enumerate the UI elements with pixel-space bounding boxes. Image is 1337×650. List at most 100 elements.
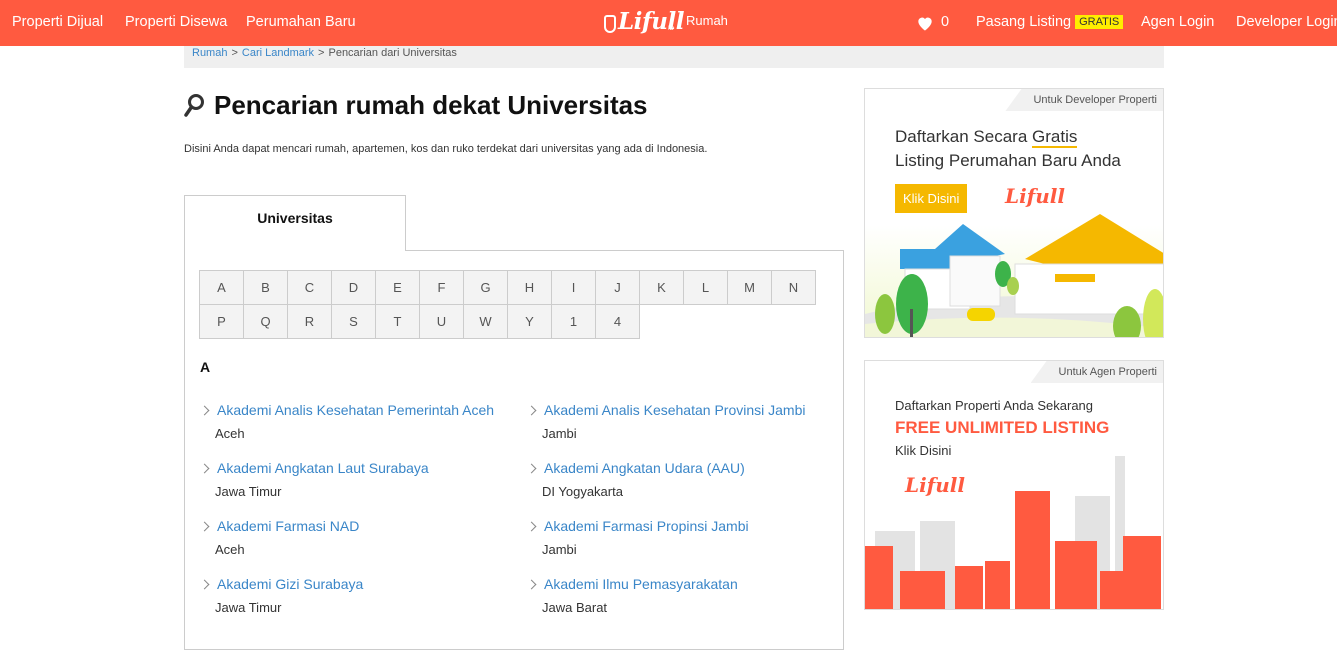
university-link[interactable]: Akademi Analis Kesehatan Provinsi Jambi <box>526 402 847 418</box>
chevron-right-icon <box>526 521 537 531</box>
letter-c[interactable]: C <box>287 270 332 305</box>
letter-u[interactable]: U <box>419 304 464 339</box>
letter-l[interactable]: L <box>683 270 728 305</box>
letter-i[interactable]: I <box>551 270 596 305</box>
chevron-right-icon <box>199 463 210 473</box>
list-item: Akademi Farmasi Propinsi Jambi Jambi <box>526 518 847 557</box>
letter-r[interactable]: R <box>287 304 332 339</box>
university-region: Jawa Timur <box>215 484 282 499</box>
chevron-right-icon <box>526 579 537 589</box>
ad-tag: Untuk Agen Properti <box>1030 361 1163 383</box>
letter-h[interactable]: H <box>507 270 552 305</box>
list-item: Akademi Gizi Surabaya Jawa Timur <box>199 576 520 615</box>
university-region: Jawa Timur <box>215 600 282 615</box>
heart-icon[interactable] <box>915 13 935 33</box>
letter-k[interactable]: K <box>639 270 684 305</box>
breadcrumb-separator: > <box>318 47 325 59</box>
list-item: Akademi Ilmu Pemasyarakatan Jawa Barat <box>526 576 847 615</box>
university-link[interactable]: Akademi Gizi Surabaya <box>199 576 520 592</box>
university-link[interactable]: Akademi Ilmu Pemasyarakatan <box>526 576 847 592</box>
university-name: Akademi Angkatan Udara (AAU) <box>544 460 745 476</box>
logo-text: Lifull <box>618 7 685 35</box>
university-name: Akademi Gizi Surabaya <box>217 576 364 592</box>
university-link[interactable]: Akademi Angkatan Laut Surabaya <box>199 460 520 476</box>
ad-tag: Untuk Developer Properti <box>1005 89 1163 111</box>
university-link[interactable]: Akademi Farmasi Propinsi Jambi <box>526 518 847 534</box>
nav-properti-dijual[interactable]: Properti Dijual <box>12 14 103 30</box>
breadcrumb-separator: > <box>231 47 238 59</box>
pasang-listing-label: Pasang Listing <box>976 14 1072 30</box>
letter-f[interactable]: F <box>419 270 464 305</box>
letter-a[interactable]: A <box>199 270 244 305</box>
logo-hand-icon <box>604 15 616 33</box>
chevron-right-icon <box>199 579 210 589</box>
list-item: Akademi Farmasi NAD Aceh <box>199 518 520 557</box>
letter-j[interactable]: J <box>595 270 640 305</box>
gratis-badge: GRATIS <box>1075 15 1124 29</box>
university-name: Akademi Farmasi NAD <box>217 518 360 534</box>
letter-t[interactable]: T <box>375 304 420 339</box>
ad-subheadline: Listing Perumahan Baru Anda <box>895 151 1121 170</box>
agent-ad-banner[interactable]: Untuk Agen Properti Daftarkan Properti A… <box>864 360 1164 610</box>
search-icon <box>184 93 204 117</box>
university-region: Aceh <box>215 426 245 441</box>
favorites-count: 0 <box>941 14 950 30</box>
city-skyline-illustration <box>865 456 1161 609</box>
list-item: Akademi Analis Kesehatan Provinsi Jambi … <box>526 402 847 441</box>
university-region: Jawa Barat <box>542 600 608 615</box>
university-region: Jambi <box>542 542 577 557</box>
letter-w[interactable]: W <box>463 304 508 339</box>
logo-category[interactable]: Rumah <box>686 13 728 28</box>
letter-d[interactable]: D <box>331 270 376 305</box>
university-name: Akademi Farmasi Propinsi Jambi <box>544 518 749 534</box>
university-region: DI Yogyakarta <box>542 484 623 499</box>
agen-login-link[interactable]: Agen Login <box>1141 14 1214 30</box>
pasang-listing-link[interactable]: Pasang Listing GRATIS <box>976 14 1124 30</box>
letter-b[interactable]: B <box>243 270 288 305</box>
university-link[interactable]: Akademi Analis Kesehatan Pemerintah Aceh <box>199 402 520 418</box>
letter-p[interactable]: P <box>199 304 244 339</box>
lifull-logo[interactable]: Lifull <box>604 4 685 38</box>
university-name: Akademi Angkatan Laut Surabaya <box>217 460 429 476</box>
letter-4[interactable]: 4 <box>595 304 640 339</box>
list-item: Akademi Angkatan Udara (AAU) DI Yogyakar… <box>526 460 847 499</box>
chevron-right-icon <box>526 463 537 473</box>
ad-headline-a: Daftarkan Secara <box>895 127 1033 146</box>
letter-y[interactable]: Y <box>507 304 552 339</box>
nav-perumahan-baru[interactable]: Perumahan Baru <box>246 14 356 30</box>
list-item: Akademi Angkatan Laut Surabaya Jawa Timu… <box>199 460 520 499</box>
university-name: Akademi Analis Kesehatan Pemerintah Aceh <box>217 402 495 418</box>
breadcrumb: Rumah > Cari Landmark > Pencarian dari Unive… <box>184 46 1164 68</box>
letter-e[interactable]: E <box>375 270 420 305</box>
university-link[interactable]: Akademi Angkatan Udara (AAU) <box>526 460 847 476</box>
letter-m[interactable]: M <box>727 270 772 305</box>
university-region: Aceh <box>215 542 245 557</box>
ad-promo: FREE UNLIMITED LISTING <box>895 418 1110 437</box>
university-link[interactable]: Akademi Farmasi NAD <box>199 518 520 534</box>
chevron-right-icon <box>199 521 210 531</box>
tab-universitas[interactable]: Universitas <box>184 195 406 251</box>
developer-login-link[interactable]: Developer Login <box>1236 14 1337 30</box>
breadcrumb-cari-landmark[interactable]: Cari Landmark <box>242 47 314 59</box>
houses-illustration <box>865 214 1163 337</box>
letter-q[interactable]: Q <box>243 304 288 339</box>
letter-1[interactable]: 1 <box>551 304 596 339</box>
developer-ad-banner[interactable]: Untuk Developer Properti Daftarkan Secar… <box>864 88 1164 338</box>
breadcrumb-rumah[interactable]: Rumah <box>192 47 227 59</box>
page-title-row: Pencarian rumah dekat Universitas <box>184 90 648 121</box>
chevron-right-icon <box>199 405 210 415</box>
ad-headline: Daftarkan Properti Anda Sekarang <box>895 398 1094 413</box>
letter-n[interactable]: N <box>771 270 816 305</box>
letter-s[interactable]: S <box>331 304 376 339</box>
logo-sub: ID <box>668 26 674 32</box>
breadcrumb-current: Pencarian dari Universitas <box>328 47 457 59</box>
ad-cta-button[interactable]: Klik Disini <box>895 184 968 213</box>
list-item: Akademi Analis Kesehatan Pemerintah Aceh… <box>199 402 520 441</box>
nav-properti-disewa[interactable]: Properti Disewa <box>125 14 227 30</box>
section-heading: A <box>200 359 211 375</box>
university-name: Akademi Analis Kesehatan Provinsi Jambi <box>544 402 806 418</box>
letter-g[interactable]: G <box>463 270 508 305</box>
ad-headline-gratis: Gratis <box>1032 127 1078 148</box>
page-description: Disini Anda dapat mencari rumah, apartem… <box>184 143 708 155</box>
university-region: Jambi <box>542 426 577 441</box>
